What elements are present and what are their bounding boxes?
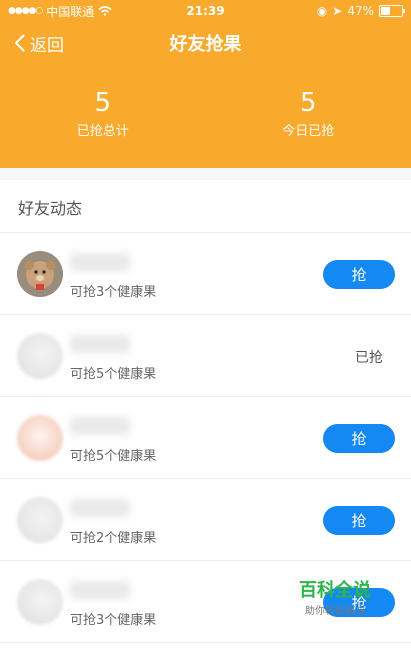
header: ●●●●○ 中国联通 21:39 ◉ ➤ 47% 返回 好友抢果 5 已抢总计 … (0, 0, 411, 168)
friend-name-blurred (70, 581, 130, 599)
fruit-count: 可抢2个健康果 (70, 531, 157, 546)
friend-name-blurred (70, 417, 130, 435)
watermark: 百科全说 助你轻松解决 (299, 576, 371, 617)
carrier-label: 中国联通 (46, 4, 95, 19)
wifi-icon (98, 6, 112, 16)
stat-today: 5 今日已抢 (206, 88, 411, 139)
battery-percent: 47% (347, 4, 374, 18)
avatar[interactable] (17, 497, 63, 543)
fruit-count: 可抢3个健康果 (70, 613, 157, 628)
grab-button[interactable]: 抢 (323, 506, 395, 535)
watermark-title: 百科全说 (299, 580, 371, 601)
stat-total-value: 5 (94, 88, 112, 118)
battery-icon (379, 5, 405, 17)
stat-today-value: 5 (299, 88, 317, 118)
fruit-count: 可抢5个健康果 (70, 449, 157, 464)
signal-icon: ●●●●○ (8, 6, 43, 16)
back-button[interactable]: 返回 (14, 22, 64, 64)
avatar[interactable] (17, 251, 63, 297)
stat-today-label: 今日已抢 (282, 124, 335, 139)
list-item: 可抢5个健康果 抢 (0, 397, 411, 479)
friend-name-blurred (70, 253, 130, 271)
stat-total-label: 已抢总计 (76, 124, 129, 139)
orientation-lock-icon: ◉ (316, 4, 328, 18)
avatar[interactable] (17, 579, 63, 625)
watermark-subtitle: 助你轻松解决 (305, 606, 365, 617)
list-item: 可抢5个健康果 已抢 (0, 315, 411, 397)
avatar[interactable] (17, 333, 63, 379)
chevron-left-icon (14, 34, 25, 52)
avatar[interactable] (17, 415, 63, 461)
grab-button[interactable]: 抢 (323, 260, 395, 289)
list-item: 可抢2个健康果 抢 (0, 479, 411, 561)
nav-bar: 返回 好友抢果 (0, 22, 411, 64)
stats: 5 已抢总计 5 今日已抢 (0, 88, 411, 139)
stat-total: 5 已抢总计 (0, 88, 206, 139)
grabbed-status: 已抢 (355, 350, 383, 366)
status-bar: ●●●●○ 中国联通 21:39 ◉ ➤ 47% (0, 0, 411, 22)
list-item: 可抢3个健康果 抢 (0, 233, 411, 315)
grab-button[interactable]: 抢 (323, 424, 395, 453)
teddy-bear-avatar-icon (17, 251, 63, 297)
back-label: 返回 (30, 35, 64, 56)
section-title: 好友动态 (0, 180, 411, 233)
fruit-count: 可抢3个健康果 (70, 285, 157, 300)
friend-feed: 好友动态 可抢3个健康果 抢 可抢5个健康果 已抢 可抢5个健康果 抢 可抢2个… (0, 180, 411, 649)
friend-name-blurred (70, 335, 130, 353)
location-icon: ➤ (332, 4, 343, 18)
fruit-count: 可抢5个健康果 (70, 367, 157, 382)
friend-name-blurred (70, 499, 130, 517)
